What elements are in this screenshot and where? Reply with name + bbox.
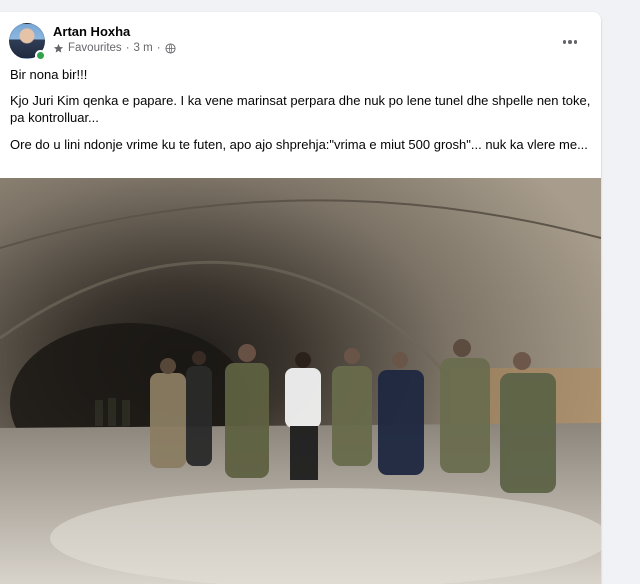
more-horizontal-icon[interactable] bbox=[556, 32, 584, 52]
post-meta: Favourites · 3 m · bbox=[53, 41, 176, 55]
post-photo[interactable] bbox=[0, 178, 601, 584]
globe-icon[interactable] bbox=[165, 42, 176, 54]
online-status-indicator bbox=[35, 50, 46, 61]
post-paragraph: Bir nona bir!!! bbox=[10, 67, 88, 82]
feed-background bbox=[601, 0, 640, 584]
post-header: Artan Hoxha Favourites · 3 m · bbox=[0, 12, 601, 61]
audience-label[interactable]: Favourites bbox=[68, 42, 122, 54]
author-name[interactable]: Artan Hoxha bbox=[53, 24, 130, 39]
meta-separator: · bbox=[125, 42, 130, 54]
post-timestamp[interactable]: 3 m bbox=[134, 42, 153, 54]
post-paragraph: Kjo Juri Kim qenka e papare. I ka vene m… bbox=[10, 93, 591, 125]
post-card: Artan Hoxha Favourites · 3 m · Bir nona … bbox=[0, 12, 601, 584]
post-body: Bir nona bir!!! Kjo Juri Kim qenka e pap… bbox=[10, 66, 595, 163]
star-icon bbox=[53, 43, 64, 54]
meta-separator: · bbox=[156, 42, 161, 54]
post-paragraph: Ore do u lini ndonje vrime ku te futen, … bbox=[10, 137, 588, 152]
